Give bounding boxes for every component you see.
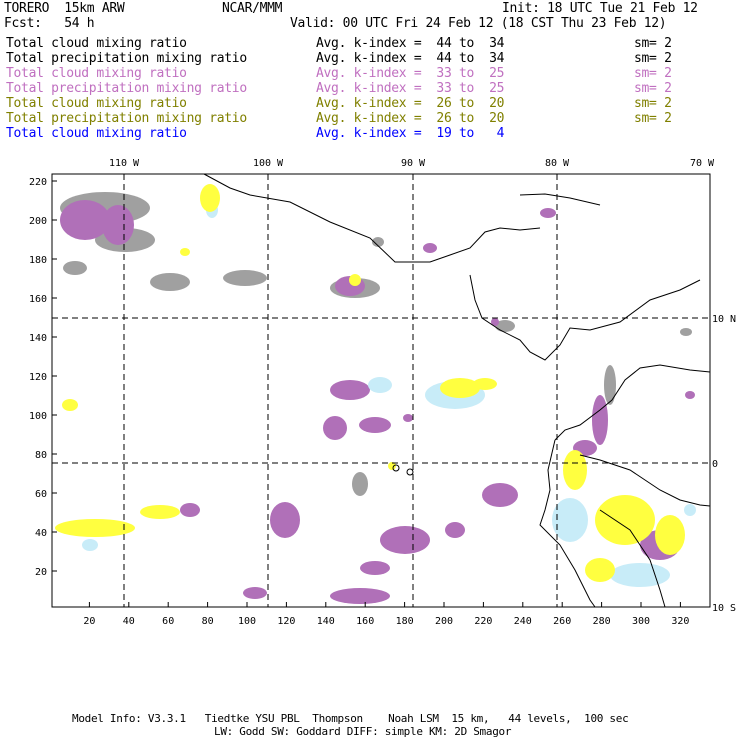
lat-label: 10 N [712, 314, 736, 325]
lon-label: 70 W [690, 158, 715, 169]
model-info-line2: LW: Godd SW: Goddard DIFF: simple KM: 2D… [214, 725, 512, 738]
model-info-line1: Model Info: V3.3.1 Tiedtke YSU PBL Thomp… [72, 712, 629, 725]
x-tick-label: 220 [474, 616, 492, 627]
x-tick-label: 100 [238, 616, 256, 627]
lat-label: 0 [712, 459, 718, 470]
lon-labels: 110 W 100 W 90 W 80 W 70 W [109, 158, 715, 169]
lat-labels: 10 N 0 10 S [712, 314, 736, 614]
x-tick-label: 320 [671, 616, 689, 627]
y-tick-label: 160 [29, 294, 47, 305]
y-tick-label: 80 [35, 450, 47, 461]
lat-label: 10 S [712, 603, 736, 614]
weather-map: 20 40 60 80 100 120 140 160 180 200 220 240 260 280 30… [29, 158, 736, 627]
x-tick-label: 20 [83, 616, 95, 627]
x-tick-label: 240 [514, 616, 532, 627]
y-tick-label: 180 [29, 255, 47, 266]
y-tick-label: 60 [35, 489, 47, 500]
x-tick-label: 120 [277, 616, 295, 627]
lon-label: 110 W [109, 158, 140, 169]
x-tick-label: 40 [123, 616, 135, 627]
y-tick-label: 200 [29, 216, 47, 227]
lon-label: 100 W [253, 158, 284, 169]
lon-label: 90 W [401, 158, 426, 169]
x-tick-label: 180 [396, 616, 414, 627]
lon-label: 80 W [545, 158, 570, 169]
y-tick-label: 100 [29, 411, 47, 422]
y-tick-label: 120 [29, 372, 47, 383]
x-tick-label: 160 [356, 616, 374, 627]
x-tick-label: 280 [593, 616, 611, 627]
x-tick-label: 140 [317, 616, 335, 627]
y-tick-label: 220 [29, 177, 47, 188]
x-tick-label: 300 [632, 616, 650, 627]
y-tick-label: 40 [35, 528, 47, 539]
x-tick-label: 260 [553, 616, 571, 627]
x-tick-label: 60 [162, 616, 174, 627]
field-shading [55, 184, 696, 604]
y-tick-label: 20 [35, 567, 47, 578]
x-tick-label: 80 [202, 616, 214, 627]
x-tick-label: 200 [435, 616, 453, 627]
y-tick-label: 140 [29, 333, 47, 344]
